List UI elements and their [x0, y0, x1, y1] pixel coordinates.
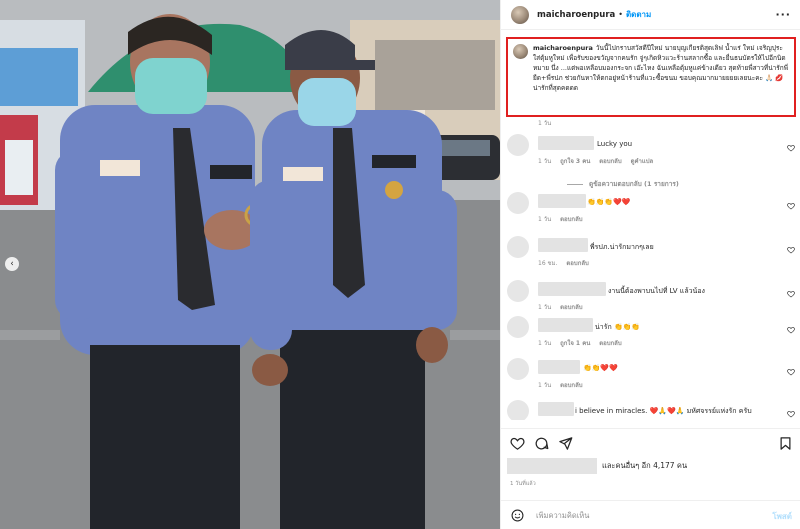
previous-photo-button[interactable]: ‹	[5, 257, 19, 271]
view-replies-button[interactable]: ดูข้อความตอบกลับ (1 รายการ)	[567, 179, 679, 189]
post-sidebar: maicharoenpura • ติดตาม ··· maicharoenpu…	[500, 0, 800, 529]
emoji-icon[interactable]	[511, 509, 524, 522]
comment-time: 1 วัน	[538, 216, 552, 223]
comment-text: i believe in miracles. ❤️🙏❤️🙏 มหัศจรรย์แ…	[575, 407, 752, 415]
caption-username[interactable]: maicharoenpura	[533, 44, 593, 52]
avatar[interactable]	[507, 134, 529, 156]
caption-time: 1 วัน	[538, 120, 552, 127]
heart-icon[interactable]	[787, 290, 795, 298]
blurred-username	[538, 402, 574, 416]
avatar[interactable]	[507, 192, 529, 214]
comment-text: น่ารัก 👏👏👏	[595, 323, 641, 331]
photo-illustration	[0, 0, 500, 529]
avatar[interactable]	[507, 400, 529, 420]
comment-time: 1 วัน	[538, 304, 552, 311]
heart-icon[interactable]	[787, 410, 795, 418]
bookmark-icon[interactable]	[778, 436, 793, 451]
avatar[interactable]	[507, 280, 529, 302]
share-icon[interactable]	[558, 436, 573, 451]
comment-input[interactable]	[536, 510, 751, 520]
blurred-username	[538, 136, 594, 150]
comment-meta: 1 วัน ถูกใจ 3 คน ตอบกลับ ดูคำแปล	[538, 156, 660, 166]
blurred-username	[538, 282, 606, 296]
avatar[interactable]	[507, 316, 529, 338]
comment-meta: 1 วัน ตอบกลับ	[538, 380, 590, 390]
likes-summary[interactable]: และคนอื่นๆ อีก 4,177 คน	[507, 456, 797, 476]
more-horizontal-icon[interactable]: ···	[775, 8, 791, 21]
comment-meta: 1 วัน ตอบกลับ	[538, 214, 590, 224]
likes-text: และคนอื่นๆ อีก 4,177 คน	[602, 461, 688, 470]
blurred-username	[538, 238, 588, 252]
reply-button[interactable]: ตอบกลับ	[560, 304, 582, 311]
comment-text: Lucky you	[597, 140, 633, 148]
chevron-left-icon: ‹	[10, 259, 14, 269]
heart-icon[interactable]	[510, 436, 525, 451]
avatar[interactable]	[507, 236, 529, 258]
heart-icon[interactable]	[787, 326, 795, 334]
comment-text: 👏👏❤️❤️	[583, 364, 618, 372]
heart-icon[interactable]	[787, 368, 795, 376]
reply-button[interactable]: ตอบกลับ	[560, 216, 582, 223]
comment-likes[interactable]: ถูกใจ 1 คน	[560, 340, 590, 347]
view-replies-label: ดูข้อความตอบกลับ (1 รายการ)	[589, 180, 679, 188]
post-header: maicharoenpura • ติดตาม ···	[501, 0, 800, 30]
separator-dot: •	[618, 10, 623, 19]
instagram-post-view: ‹ maicharoenpura • ติดตาม ··· maicharoen…	[0, 0, 800, 529]
caption: maicharoenpura วันนี้ไปกราบสวัสดีปีใหม่ น…	[513, 43, 788, 93]
comments-list: Lucky you 1 วัน ถูกใจ 3 คน ตอบกลับ ดูคำแ…	[501, 128, 800, 420]
avatar[interactable]	[513, 44, 528, 59]
heart-icon[interactable]	[787, 202, 795, 210]
avatar[interactable]	[511, 5, 529, 24]
comment-likes[interactable]: ถูกใจ 3 คน	[560, 158, 590, 165]
comment-time: 1 วัน	[538, 382, 552, 389]
caption-text: maicharoenpura วันนี้ไปกราบสวัสดีปีใหม่ น…	[533, 43, 788, 93]
heart-icon[interactable]	[787, 246, 795, 254]
see-translation-button[interactable]: ดูคำแปล	[631, 158, 654, 165]
comment-text: 👏👏👏❤️❤️	[587, 198, 631, 206]
comment-text: งานนี้ต้องพาบนไปที่ LV แล้วน้อง	[608, 287, 705, 295]
divider-line	[567, 183, 583, 185]
reply-button[interactable]: ตอบกลับ	[599, 340, 621, 347]
action-bar	[501, 428, 800, 456]
reply-button[interactable]: ตอบกลับ	[566, 260, 588, 267]
reply-button[interactable]: ตอบกลับ	[599, 158, 621, 165]
blurred-username	[538, 318, 593, 332]
comment-meta: 16 ชม. ตอบกลับ	[538, 258, 596, 268]
comment-time: 1 วัน	[538, 340, 552, 347]
comment-time: 1 วัน	[538, 158, 552, 165]
blurred-username	[538, 194, 586, 208]
caption-highlight: maicharoenpura วันนี้ไปกราบสวัสดีปีใหม่ น…	[506, 37, 796, 117]
post-comment-button[interactable]: โพสต์	[772, 510, 792, 523]
heart-icon[interactable]	[787, 144, 795, 152]
follow-button[interactable]: ติดตาม	[626, 8, 651, 21]
post-photo[interactable]: ‹	[0, 0, 500, 529]
blurred-username	[538, 360, 580, 374]
comment-time: 16 ชม.	[538, 260, 558, 267]
post-time: 1 วันที่แล้ว	[510, 481, 536, 487]
comment-text: พี่รปภ.น่ารักมากๆเลย	[590, 243, 654, 251]
avatar[interactable]	[507, 358, 529, 380]
comment-meta: 1 วัน ถูกใจ 1 คน ตอบกลับ	[538, 338, 629, 348]
reply-button[interactable]: ตอบกลับ	[560, 382, 582, 389]
post-username[interactable]: maicharoenpura	[537, 10, 615, 20]
comment-icon[interactable]	[534, 436, 549, 451]
blurred-likers	[507, 458, 597, 474]
comment-meta: 1 วัน ตอบกลับ	[538, 302, 590, 312]
add-comment-bar: โพสต์	[501, 500, 800, 529]
